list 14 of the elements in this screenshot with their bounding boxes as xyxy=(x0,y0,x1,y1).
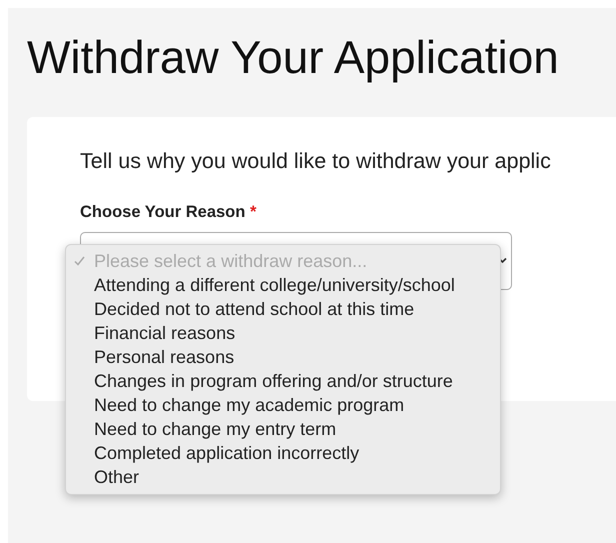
page-title: Withdraw Your Application xyxy=(27,34,560,80)
menu-option[interactable]: Financial reasons xyxy=(66,321,500,345)
menu-option[interactable]: Changes in program offering and/or structure xyxy=(66,369,500,393)
menu-option[interactable]: Need to change my academic program xyxy=(66,393,500,417)
menu-option[interactable]: Other xyxy=(66,465,500,489)
menu-option[interactable]: Attending a different college/university/school xyxy=(66,273,500,297)
menu-option[interactable]: Completed application incorrectly xyxy=(66,441,500,465)
menu-option[interactable]: Need to change my entry term xyxy=(66,417,500,441)
check-icon xyxy=(74,256,85,266)
intro-text: Tell us why you would like to withdraw your applic xyxy=(80,149,552,174)
menu-option[interactable]: Decided not to attend school at this time xyxy=(66,297,500,321)
field-label: Choose Your Reason * xyxy=(80,203,256,222)
required-mark: * xyxy=(250,203,256,221)
menu-option[interactable]: Personal reasons xyxy=(66,345,500,369)
